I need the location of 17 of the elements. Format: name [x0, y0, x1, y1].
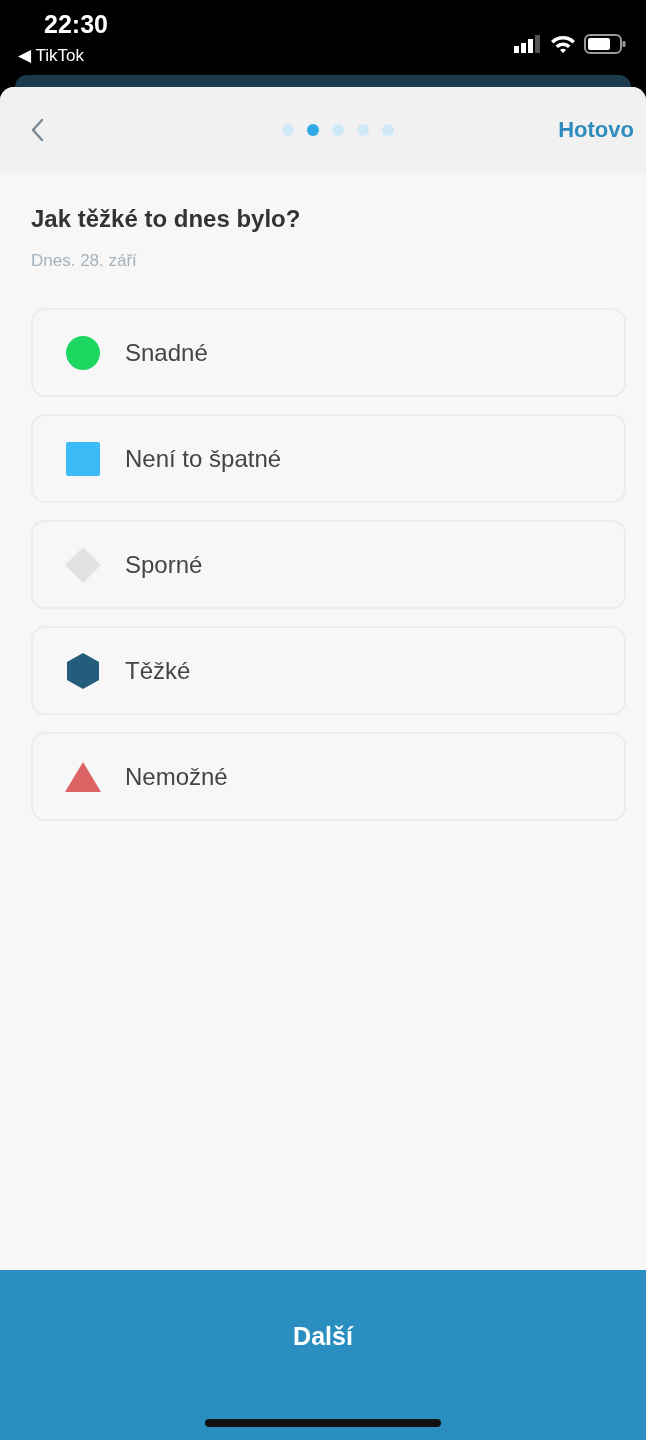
option-card[interactable]: Těžké	[31, 626, 626, 715]
option-card[interactable]: Snadné	[31, 308, 626, 397]
question-title: Jak těžké to dnes bylo?	[31, 205, 302, 233]
option-card[interactable]: Sporné	[31, 520, 626, 609]
signal-icon	[514, 34, 542, 53]
battery-icon	[584, 33, 626, 54]
option-label: Není to špatné	[125, 444, 282, 473]
option-label: Snadné	[125, 338, 208, 367]
status-time: 22:30	[44, 10, 108, 39]
option-card[interactable]: Není to špatné	[31, 414, 626, 503]
option-label: Těžké	[125, 656, 191, 685]
back-to-app-link[interactable]: ◀ TikTok	[18, 45, 108, 66]
option-card[interactable]: Nemožné	[31, 732, 626, 821]
date-label: Dnes. 28. září	[31, 251, 138, 271]
option-label: Sporné	[125, 550, 203, 579]
option-label: Nemožné	[125, 762, 228, 791]
wifi-icon	[550, 33, 576, 54]
